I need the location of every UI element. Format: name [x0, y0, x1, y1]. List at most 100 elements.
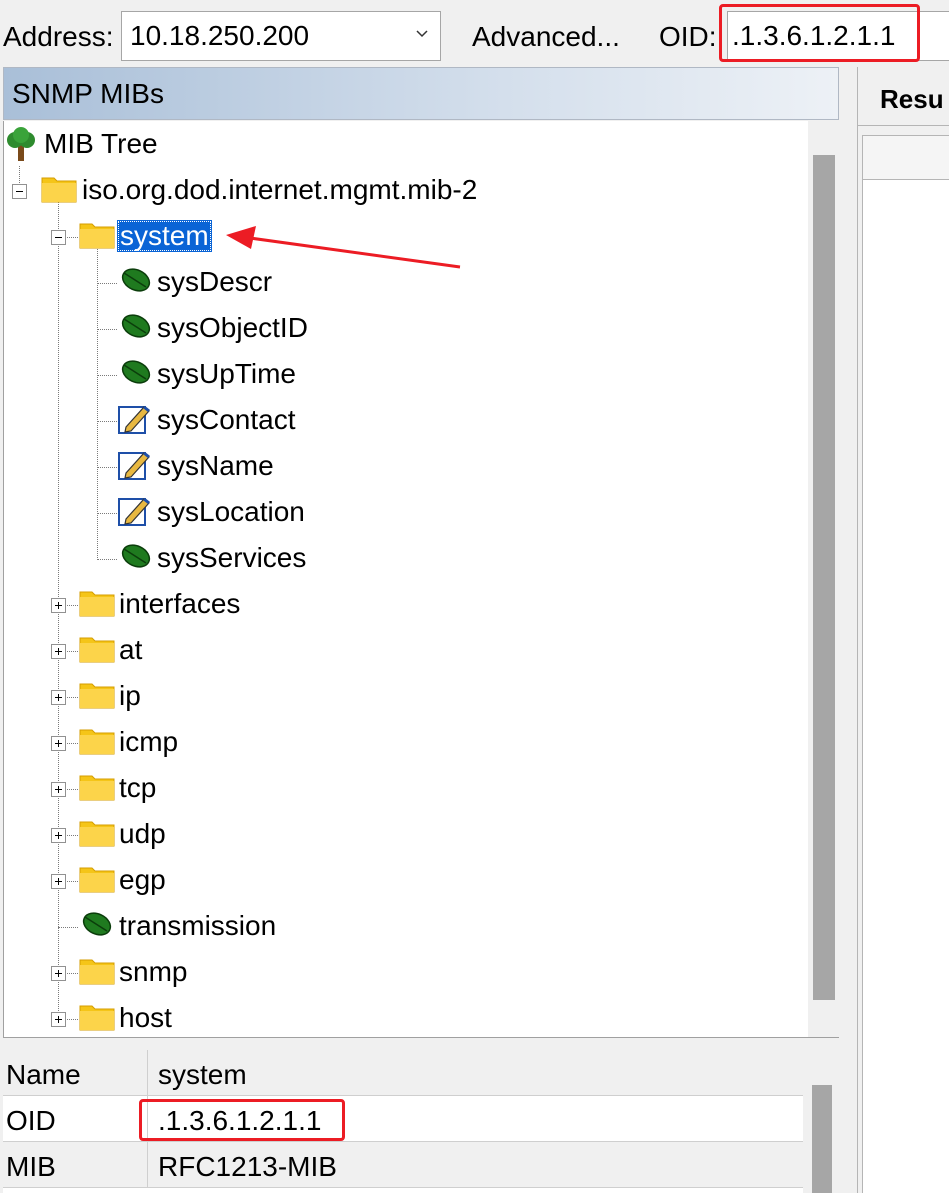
oid-label: OID: — [659, 21, 717, 52]
tree-node-sysuptime[interactable]: sysUpTime — [4, 355, 404, 395]
property-key-cell: Name — [3, 1050, 148, 1096]
tree-node-syscontact[interactable]: sysContact — [4, 401, 404, 441]
collapse-toggle-icon[interactable] — [12, 184, 27, 199]
tree-node-at[interactable]: at — [4, 631, 404, 671]
property-value-cell: RFC1213-MIB — [148, 1142, 803, 1188]
tree-node-mib2[interactable]: iso.org.dod.internet.mgmt.mib-2 — [4, 171, 524, 211]
folder-icon — [79, 959, 115, 985]
red-arrow-annotation — [226, 226, 461, 269]
tree-node-sysservices[interactable]: sysServices — [4, 539, 404, 579]
tree-label-interfaces: interfaces — [119, 588, 241, 619]
folder-icon — [41, 177, 77, 203]
tree-node-ip[interactable]: ip — [4, 677, 404, 717]
result-panel: Resu — [857, 67, 949, 1193]
address-combobox[interactable]: 10.18.250.200 — [121, 11, 441, 61]
tree-label-syslocation: sysLocation — [157, 496, 305, 527]
property-value: system — [158, 1059, 247, 1090]
expand-toggle-icon[interactable] — [51, 874, 66, 889]
leaf-icon — [121, 268, 151, 292]
tree-node-tcp[interactable]: tcp — [4, 769, 404, 809]
property-value: RFC1213-MIB — [158, 1151, 337, 1182]
property-key-cell: OID — [3, 1096, 148, 1142]
leaf-icon — [121, 544, 151, 568]
tree-label-sysuptime: sysUpTime — [157, 358, 296, 389]
expand-toggle-icon[interactable] — [51, 828, 66, 843]
tree-scrollbar[interactable] — [808, 121, 839, 1037]
tree-node-sysobjectid[interactable]: sysObjectID — [4, 309, 404, 349]
tree-label-icmp: icmp — [119, 726, 179, 757]
expand-toggle-icon[interactable] — [51, 782, 66, 797]
property-row[interactable]: MIB RFC1213-MIB — [3, 1142, 803, 1188]
tree-label-sysname: sysName — [157, 450, 274, 481]
folder-icon — [79, 729, 115, 755]
folder-icon — [79, 637, 115, 663]
tree-node-host[interactable]: host — [4, 999, 404, 1037]
property-row[interactable]: OID .1.3.6.1.2.1.1 — [3, 1096, 803, 1142]
properties-scrollbar-thumb[interactable] — [812, 1085, 832, 1193]
tree-node-root[interactable]: MIB Tree — [4, 125, 404, 165]
property-value-cell: system — [148, 1050, 803, 1096]
oid-input[interactable]: .1.3.6.1.2.1.1 — [727, 11, 949, 61]
writable-leaf-icon — [118, 405, 150, 434]
tree-label-tcp: tcp — [119, 772, 157, 803]
tree-node-icmp[interactable]: icmp — [4, 723, 404, 763]
leaf-icon — [82, 912, 112, 936]
tree-label-transmission: transmission — [119, 910, 277, 941]
expand-toggle-icon[interactable] — [51, 1012, 66, 1027]
result-tab[interactable]: Resu — [880, 83, 944, 115]
tree-label-system: system — [117, 220, 212, 252]
property-key: MIB — [6, 1151, 56, 1182]
snmp-mibs-panel-header: SNMP MIBs — [3, 67, 839, 120]
expand-toggle-icon[interactable] — [51, 966, 66, 981]
property-key-cell: MIB — [3, 1142, 148, 1188]
tree-node-transmission[interactable]: transmission — [4, 907, 404, 947]
writable-leaf-icon — [118, 451, 150, 480]
property-key: OID — [6, 1105, 56, 1136]
tree-node-sysname[interactable]: sysName — [4, 447, 404, 487]
writable-leaf-icon — [118, 497, 150, 526]
panel-title: SNMP MIBs — [12, 78, 164, 109]
result-table-header — [863, 136, 949, 180]
tree-label-host: host — [119, 1002, 172, 1033]
expand-toggle-icon[interactable] — [51, 644, 66, 659]
tree-label-ip: ip — [119, 680, 141, 711]
expand-toggle-icon[interactable] — [51, 690, 66, 705]
tree-node-udp[interactable]: udp — [4, 815, 404, 855]
property-row[interactable]: Name system — [3, 1050, 803, 1096]
result-table[interactable] — [862, 135, 949, 1193]
address-value: 10.18.250.200 — [130, 20, 310, 51]
tree-label-mib2: iso.org.dod.internet.mgmt.mib-2 — [82, 174, 478, 205]
leaf-icon — [121, 360, 151, 384]
chevron-down-icon — [416, 30, 428, 38]
tree-node-snmp[interactable]: snmp — [4, 953, 404, 993]
tree-label-udp: udp — [119, 818, 166, 849]
tab-divider — [858, 125, 949, 126]
folder-icon — [79, 223, 115, 249]
tree-node-syslocation[interactable]: sysLocation — [4, 493, 404, 533]
properties-scrollbar[interactable] — [803, 1050, 839, 1193]
address-label: Address: — [3, 21, 114, 52]
leaf-icon — [121, 314, 151, 338]
tree-label-syscontact: sysContact — [157, 404, 296, 435]
collapse-toggle-icon[interactable] — [51, 230, 66, 245]
expand-toggle-icon[interactable] — [51, 598, 66, 613]
expand-toggle-icon[interactable] — [51, 736, 66, 751]
splitter[interactable] — [3, 1039, 839, 1050]
tree-node-egp[interactable]: egp — [4, 861, 404, 901]
property-value-cell: .1.3.6.1.2.1.1 — [148, 1096, 803, 1142]
tree-icon — [7, 127, 35, 161]
tree-label-sysservices: sysServices — [157, 542, 307, 573]
tree-node-interfaces[interactable]: interfaces — [4, 585, 404, 625]
property-value: .1.3.6.1.2.1.1 — [158, 1105, 322, 1136]
tree-label-snmp: snmp — [119, 956, 188, 987]
tree-label-root: MIB Tree — [44, 128, 158, 159]
tree-label-egp: egp — [119, 864, 166, 895]
folder-icon — [79, 821, 115, 847]
tree-scrollbar-thumb[interactable] — [813, 155, 835, 1000]
oid-value: .1.3.6.1.2.1.1 — [732, 20, 896, 51]
advanced-button[interactable]: Advanced... — [472, 21, 620, 53]
properties-grid: Name system OID .1.3.6.1.2.1.1 MIB RFC12… — [3, 1050, 803, 1193]
folder-icon — [79, 775, 115, 801]
folder-icon — [79, 683, 115, 709]
folder-icon — [79, 1005, 115, 1031]
